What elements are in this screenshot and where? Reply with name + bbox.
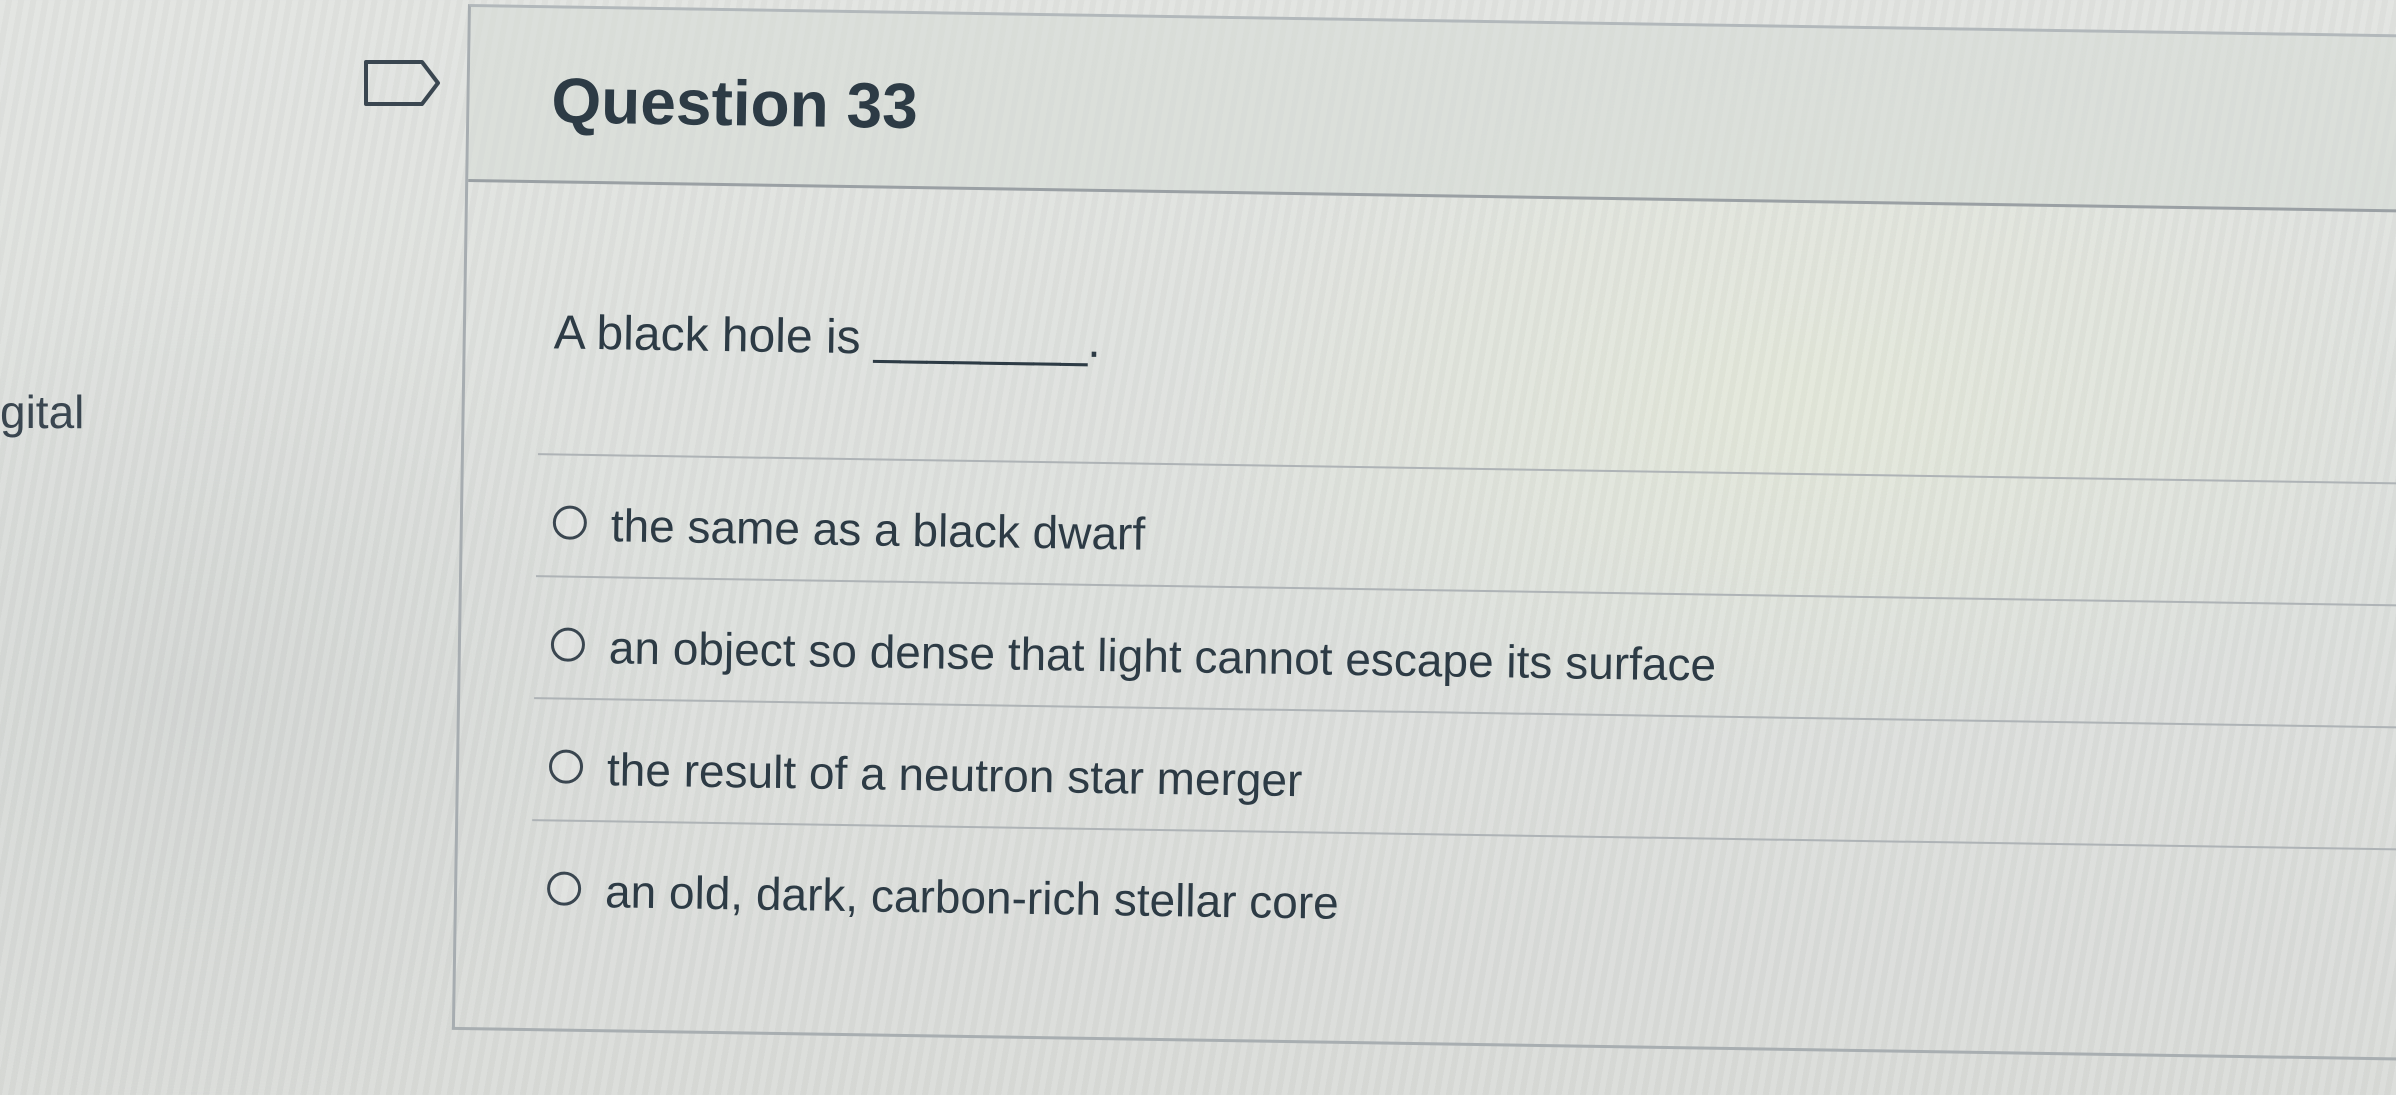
answer-label[interactable]: the result of a neutron star merger — [607, 742, 1303, 807]
answer-label[interactable]: an object so dense that light cannot esc… — [608, 620, 1717, 691]
bookmark-flag-icon[interactable] — [362, 58, 442, 108]
sidebar-partial-label: gital — [0, 386, 85, 438]
question-header: Question 33 — [468, 7, 2396, 214]
radio-button[interactable] — [546, 871, 582, 906]
radio-button[interactable] — [548, 749, 584, 784]
answer-label[interactable]: the same as a black dwarf — [610, 498, 1145, 560]
answer-list: the same as a black dwarf an object so d… — [530, 453, 2396, 972]
question-prompt: A black hole is ________. — [553, 306, 1102, 368]
question-title: Question 33 — [550, 64, 919, 143]
radio-button[interactable] — [552, 505, 588, 540]
answer-label[interactable]: an old, dark, carbon-rich stellar core — [605, 864, 1340, 930]
question-card: Question 33 A black hole is ________. th… — [451, 4, 2396, 1062]
radio-button[interactable] — [550, 627, 586, 662]
